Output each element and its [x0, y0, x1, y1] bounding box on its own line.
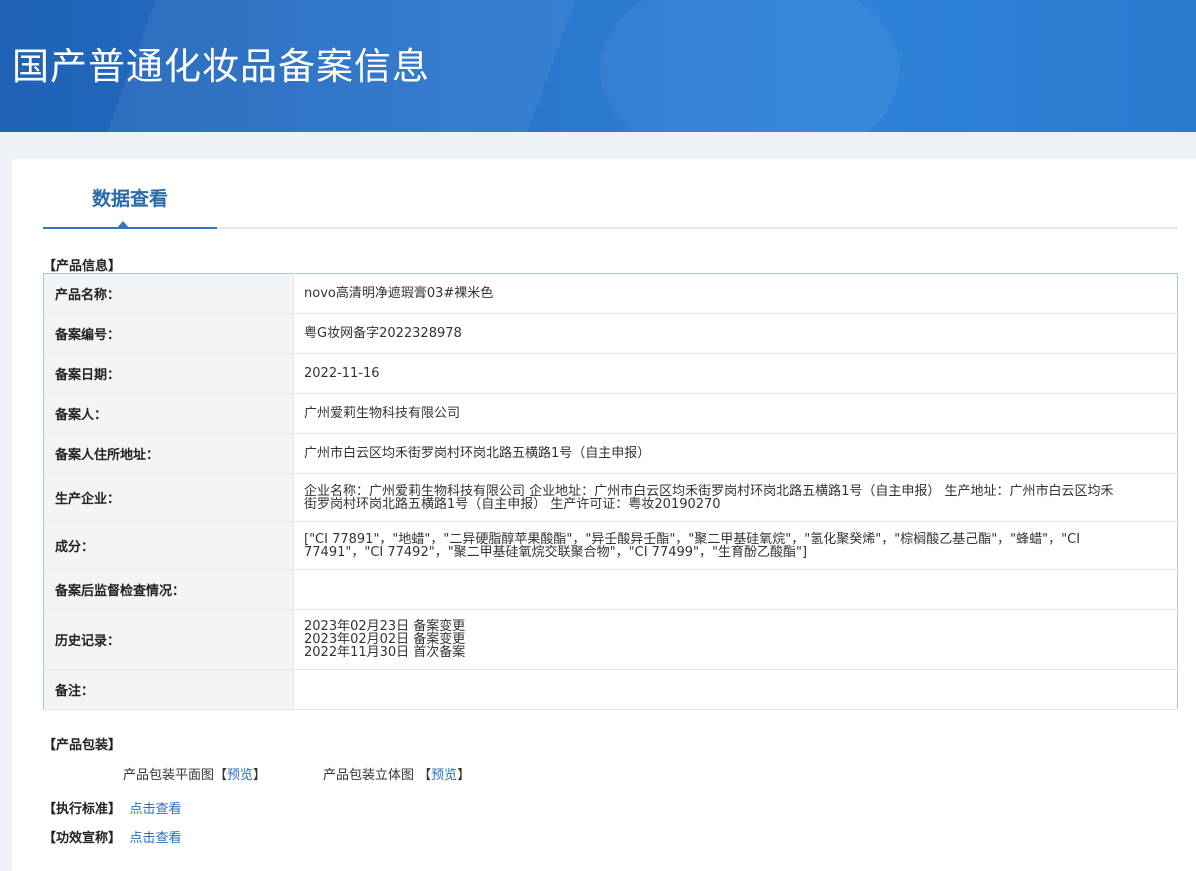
- section-title-packaging: 【产品包装】: [43, 738, 122, 753]
- tab-active-indicator: [117, 221, 129, 228]
- row-value: ["CI 77891"，"地蜡"，"二异硬脂醇苹果酸酯"，"异壬酸异壬酯"，"聚…: [293, 521, 1178, 570]
- row-label: 备案日期：: [43, 353, 294, 394]
- packaging-solid-item: 产品包装立体图 【预览】: [323, 764, 470, 783]
- tab-label: 数据查看: [91, 188, 168, 210]
- page-title: 国产普通化妆品备案信息: [12, 45, 430, 88]
- table-row: 备案日期： 2022-11-16: [43, 353, 1178, 394]
- tab-data-view[interactable]: 数据查看: [43, 187, 217, 229]
- packaging-flat-label: 产品包装平面图: [123, 768, 215, 783]
- section-title-standard: 【执行标准】 点击查看: [43, 798, 182, 817]
- history-list: 2023年02月23日 备案变更 2023年02月02日 备案变更 2022年1…: [293, 609, 1178, 670]
- table-row: 备案后监督检查情况：: [43, 569, 1178, 610]
- row-label: 成分：: [43, 521, 294, 570]
- row-label: 备注：: [43, 669, 294, 710]
- bracket: 【: [418, 768, 432, 783]
- row-label: 历史记录：: [43, 609, 294, 670]
- row-value: 广州爱莉生物科技有限公司: [293, 393, 1178, 434]
- preview-flat-link[interactable]: 预览: [227, 768, 253, 783]
- standard-label: 【执行标准】: [43, 802, 122, 817]
- packaging-solid-label: 产品包装立体图: [323, 768, 415, 783]
- table-row: 备注：: [43, 669, 1178, 710]
- row-value: 2022-11-16: [293, 353, 1178, 394]
- row-label: 产品名称：: [43, 273, 294, 314]
- row-label: 备案人：: [43, 393, 294, 434]
- bracket: 】: [253, 768, 267, 783]
- packaging-flat-item: 产品包装平面图【预览】: [123, 764, 266, 783]
- table-row: 备案编号： 粤G妆网备字2022328978: [43, 313, 1178, 354]
- product-info-table: 产品名称： novo高清明净遮瑕膏03#裸米色 备案编号： 粤G妆网备字2022…: [43, 273, 1178, 710]
- row-value: [293, 669, 1178, 710]
- banner-decoration: [600, 0, 900, 132]
- table-row: 历史记录： 2023年02月23日 备案变更 2023年02月02日 备案变更 …: [43, 609, 1178, 670]
- efficacy-label: 【功效宣称】: [43, 831, 122, 846]
- table-row: 成分： ["CI 77891"，"地蜡"，"二异硬脂醇苹果酸酯"，"异壬酸异壬酯…: [43, 521, 1178, 570]
- efficacy-view-link[interactable]: 点击查看: [130, 831, 182, 846]
- preview-solid-link[interactable]: 预览: [431, 768, 457, 783]
- row-label: 备案人住所地址：: [43, 433, 294, 474]
- section-title-efficacy: 【功效宣称】 点击查看: [43, 827, 182, 846]
- row-label: 生产企业：: [43, 473, 294, 522]
- table-row: 生产企业： 企业名称：广州爱莉生物科技有限公司 企业地址：广州市白云区均禾街罗岗…: [43, 473, 1178, 522]
- row-label: 备案编号：: [43, 313, 294, 354]
- history-item: 2022年11月30日 首次备案: [304, 645, 466, 660]
- table-row: 备案人住所地址： 广州市白云区均禾街罗岗村环岗北路五横路1号（自主申报）: [43, 433, 1178, 474]
- row-value: 粤G妆网备字2022328978: [293, 313, 1178, 354]
- row-value: novo高清明净遮瑕膏03#裸米色: [293, 273, 1178, 314]
- bracket: 】: [457, 768, 471, 783]
- page-banner: 国产普通化妆品备案信息: [0, 0, 1196, 132]
- table-row: 备案人： 广州爱莉生物科技有限公司: [43, 393, 1178, 434]
- standard-view-link[interactable]: 点击查看: [130, 802, 182, 817]
- content-panel: 数据查看 【产品信息】 产品名称： novo高清明净遮瑕膏03#裸米色 备案编号…: [12, 159, 1196, 871]
- row-label: 备案后监督检查情况：: [43, 569, 294, 610]
- row-value: [293, 569, 1178, 610]
- bracket: 【: [214, 768, 228, 783]
- section-title-product-info: 【产品信息】: [43, 259, 122, 274]
- row-value: 广州市白云区均禾街罗岗村环岗北路五横路1号（自主申报）: [293, 433, 1178, 474]
- table-row: 产品名称： novo高清明净遮瑕膏03#裸米色: [43, 273, 1178, 314]
- row-value: 企业名称：广州爱莉生物科技有限公司 企业地址：广州市白云区均禾街罗岗村环岗北路五…: [293, 473, 1178, 522]
